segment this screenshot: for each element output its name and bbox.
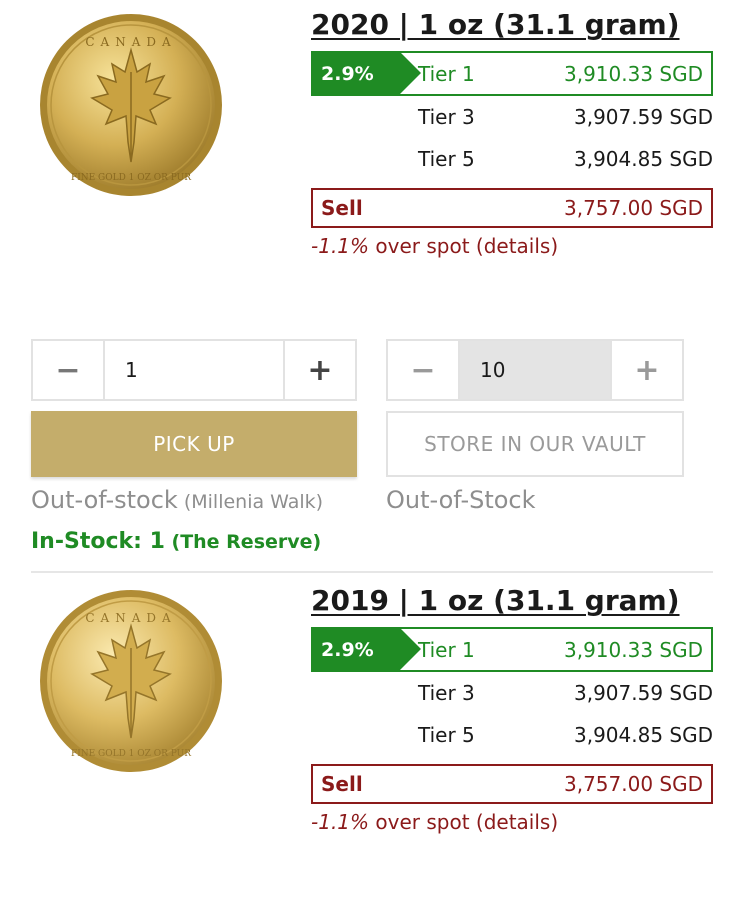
premium-badge: 2.9% [311, 627, 421, 672]
tier-5-row: Tier 5 3,904.85 SGD [311, 138, 713, 180]
tier-3-row: Tier 3 3,907.59 SGD [311, 672, 713, 714]
tier-name: Tier 5 [418, 723, 475, 747]
sell-row: Sell 3,757.00 SGD [311, 188, 713, 228]
vault-quantity-stepper[interactable]: − 10 + [386, 339, 684, 401]
product-title[interactable]: 2020 | 1 oz (31.1 gram) [311, 8, 713, 42]
sell-label: Sell [321, 772, 363, 796]
pickup-quantity-stepper[interactable]: − 1 + [31, 339, 357, 401]
stock-status-text: Out-of-stock [31, 486, 178, 514]
price-panel: 2019 | 1 oz (31.1 gram) 2.9% Tier 1 3,91… [311, 584, 713, 834]
spot-text: over spot (details) [369, 810, 559, 834]
minus-icon[interactable]: − [33, 341, 103, 399]
spot-details-link[interactable]: -1.1% over spot (details) [311, 234, 713, 258]
in-stock-status: In-Stock: 1 (The Reserve) [31, 529, 321, 554]
tier-1-row: 2.9% Tier 1 3,910.33 SGD [311, 627, 713, 672]
sell-price: 3,757.00 SGD [563, 772, 703, 796]
in-stock-location: (The Reserve) [164, 531, 322, 553]
pickup-stock-status: Out-of-stock (Millenia Walk) [31, 486, 323, 514]
tier-price: 3,910.33 SGD [563, 61, 703, 86]
svg-text:FINE GOLD 1 OZ OR PUR: FINE GOLD 1 OZ OR PUR [71, 749, 191, 759]
sell-label: Sell [321, 196, 363, 220]
gold-maple-leaf-coin-icon[interactable]: CANADA FINE GOLD 1 OZ OR PUR [38, 588, 224, 774]
tier-price: 3,907.59 SGD [573, 105, 713, 129]
store-in-vault-button[interactable]: STORE IN OUR VAULT [386, 411, 684, 477]
spot-percent: -1.1% [311, 234, 370, 258]
tier-price: 3,904.85 SGD [573, 723, 713, 747]
svg-text:FINE GOLD 1 OZ OR PUR: FINE GOLD 1 OZ OR PUR [71, 173, 191, 183]
tier-price: 3,910.33 SGD [563, 637, 703, 662]
spot-percent: -1.1% [311, 810, 370, 834]
tier-name: Tier 3 [418, 105, 475, 129]
tier-name: Tier 5 [418, 147, 475, 171]
tier-3-row: Tier 3 3,907.59 SGD [311, 96, 713, 138]
tier-name: Tier 3 [418, 681, 475, 705]
price-panel: 2020 | 1 oz (31.1 gram) 2.9% Tier 1 3,91… [311, 8, 713, 258]
sell-row: Sell 3,757.00 SGD [311, 764, 713, 804]
tier-1-row: 2.9% Tier 1 3,910.33 SGD [311, 51, 713, 96]
stock-location: (Millenia Walk) [177, 491, 324, 513]
pickup-quantity-input[interactable]: 1 [103, 341, 285, 399]
svg-text:CANADA: CANADA [85, 35, 176, 49]
sell-price: 3,757.00 SGD [563, 196, 703, 220]
spot-text: over spot (details) [369, 234, 559, 258]
plus-icon[interactable]: + [285, 341, 355, 399]
svg-text:CANADA: CANADA [85, 611, 176, 625]
in-stock-text: In-Stock: 1 [31, 529, 165, 554]
tier-5-row: Tier 5 3,904.85 SGD [311, 714, 713, 756]
spot-details-link[interactable]: -1.1% over spot (details) [311, 810, 713, 834]
tier-price: 3,904.85 SGD [573, 147, 713, 171]
product-title[interactable]: 2019 | 1 oz (31.1 gram) [311, 584, 713, 618]
divider [31, 571, 713, 573]
gold-maple-leaf-coin-icon[interactable]: CANADA FINE GOLD 1 OZ OR PUR [38, 12, 224, 198]
vault-quantity-input[interactable]: 10 [458, 341, 612, 399]
tier-name: Tier 1 [418, 637, 475, 662]
premium-badge: 2.9% [311, 51, 421, 96]
vault-stock-status: Out-of-Stock [386, 486, 536, 514]
pick-up-button[interactable]: PICK UP [31, 411, 357, 477]
plus-icon[interactable]: + [612, 341, 682, 399]
tier-name: Tier 1 [418, 61, 475, 86]
minus-icon[interactable]: − [388, 341, 458, 399]
tier-price: 3,907.59 SGD [573, 681, 713, 705]
